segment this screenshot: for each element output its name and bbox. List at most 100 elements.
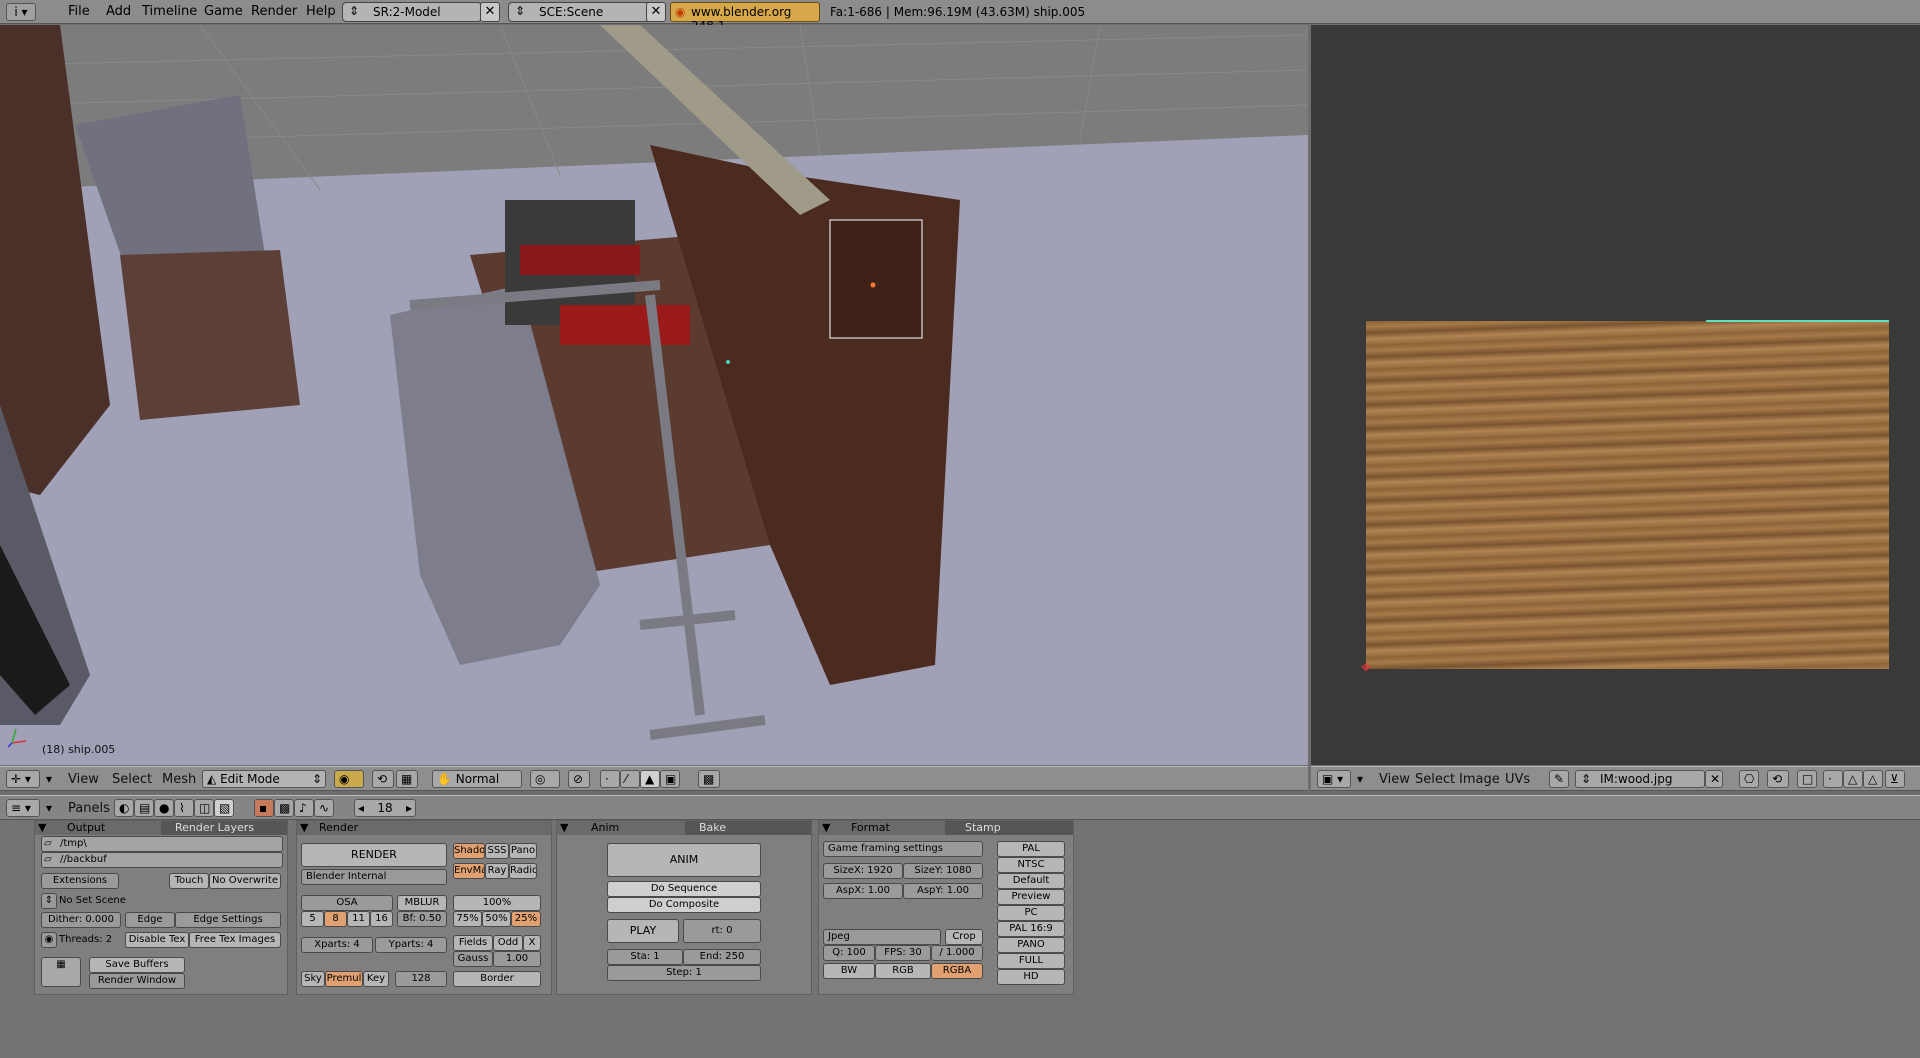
uv-menu-image[interactable]: Image (1459, 772, 1500, 787)
editing-context-button[interactable]: ◫ (194, 799, 214, 817)
uv-menu-select[interactable]: Select (1415, 772, 1455, 787)
script-context-button[interactable]: ▤ (134, 799, 154, 817)
image-selector[interactable]: ⇕ IM:wood.jpg (1575, 770, 1705, 788)
uv-menu-uvs[interactable]: UVs (1505, 772, 1530, 787)
bake-tab[interactable]: Bake (685, 821, 811, 835)
output-path-field[interactable]: ▱ /tmp\ (41, 836, 283, 852)
start-frame-field[interactable]: Sta: 1 (607, 949, 683, 965)
buttons-collapse-icon[interactable]: ▾ (46, 801, 52, 815)
uv-vertex-mode-button[interactable]: · (1823, 770, 1843, 788)
logic-context-button[interactable]: ◐ (114, 799, 134, 817)
buttons-window-type-button[interactable]: ≡ ▾ (6, 799, 40, 817)
bitdepth-menu[interactable]: 128 (395, 971, 447, 987)
bw-toggle[interactable]: BW (823, 963, 875, 979)
panel-collapse-icon[interactable]: ▼ (560, 821, 568, 835)
output-tab[interactable]: Output (67, 821, 105, 835)
do-composite-toggle[interactable]: Do Composite (607, 897, 761, 913)
menu-mesh[interactable]: Mesh (162, 772, 196, 787)
preset-pal169-button[interactable]: PAL 16:9 (997, 921, 1065, 937)
edge-toggle[interactable]: Edge (125, 912, 175, 928)
preset-pano-button[interactable]: PANO (997, 937, 1065, 953)
stamp-tab[interactable]: Stamp (945, 821, 1073, 835)
free-tex-images-button[interactable]: Free Tex Images (189, 932, 281, 948)
size-100-button[interactable]: 100% (453, 895, 541, 911)
3d-viewport[interactable]: (18) ship.005 (0, 25, 1308, 765)
framing-preset-menu[interactable]: Game framing settings (823, 841, 983, 857)
uv-snap-button[interactable]: ⊻ (1885, 770, 1905, 788)
face-select-button[interactable]: ▲ (640, 770, 660, 788)
render-window-menu[interactable]: Render Window (89, 973, 185, 989)
filter-type-menu[interactable]: Gauss (453, 951, 493, 967)
rt-field[interactable]: rt: 0 (683, 919, 761, 943)
render-button[interactable]: RENDER (301, 843, 447, 867)
backbuf-path-field[interactable]: ▱ //backbuf (41, 852, 283, 868)
blender-website-badge[interactable]: ◉ www.blender.org 248.1 (670, 2, 820, 33)
2d-cursor-icon[interactable]: ⌖ (1355, 657, 1377, 679)
occlude-button[interactable]: ▣ (660, 770, 680, 788)
preset-pal-button[interactable]: PAL (997, 841, 1065, 857)
image-unlink-button[interactable]: ✕ (1705, 770, 1723, 788)
size-25-button[interactable]: 25% (511, 911, 541, 927)
rgb-toggle[interactable]: RGB (875, 963, 931, 979)
file-type-menu[interactable]: Jpeg (823, 929, 941, 945)
save-buffers-toggle[interactable]: Save Buffers (89, 957, 185, 973)
scene-context-button[interactable]: ▧ (214, 799, 234, 817)
disable-tex-toggle[interactable]: Disable Tex (125, 932, 189, 948)
layers-button[interactable]: ▦ (396, 770, 418, 788)
osa-16-button[interactable]: 16 (370, 911, 393, 927)
render-tab[interactable]: Render (319, 821, 358, 835)
uv-header-collapse-icon[interactable]: ▾ (1357, 772, 1363, 786)
menu-select[interactable]: Select (112, 772, 152, 787)
extensions-toggle[interactable]: Extensions (41, 873, 119, 889)
frame-step-field[interactable]: Step: 1 (607, 965, 761, 981)
anim-button[interactable]: ANIM (607, 843, 761, 877)
menu-add[interactable]: Add (106, 4, 131, 19)
render-layers-tab[interactable]: Render Layers (161, 821, 287, 835)
frame-decrement-icon[interactable]: ◂ (358, 801, 364, 815)
shadow-toggle[interactable]: Shado (453, 843, 485, 859)
preset-hd-button[interactable]: HD (997, 969, 1065, 985)
set-scene-selector[interactable]: ⇕ (41, 893, 57, 909)
menu-timeline[interactable]: Timeline (142, 4, 197, 19)
xparts-field[interactable]: Xparts: 4 (301, 937, 373, 953)
anim-subcontext-button[interactable]: ▩ (274, 799, 294, 817)
object-context-button[interactable]: ⌇ (174, 799, 194, 817)
dither-field[interactable]: Dither: 0.000 (41, 912, 121, 928)
touch-toggle[interactable]: Touch (169, 873, 209, 889)
aspx-field[interactable]: AspX: 1.00 (823, 883, 903, 899)
blur-factor-field[interactable]: Bf: 0.50 (397, 911, 447, 927)
osa-11-button[interactable]: 11 (347, 911, 370, 927)
filter-size-field[interactable]: 1.00 (493, 951, 541, 967)
mblur-toggle[interactable]: MBLUR (397, 895, 447, 911)
x-toggle[interactable]: X (523, 935, 541, 951)
fields-toggle[interactable]: Fields (453, 935, 493, 951)
pivot-selector[interactable]: ✋ Normal (432, 770, 522, 788)
uv-menu-view[interactable]: View (1379, 772, 1410, 787)
menu-help[interactable]: Help (306, 4, 336, 19)
size-75-button[interactable]: 75% (453, 911, 482, 927)
premul-toggle[interactable]: Premul (325, 971, 363, 987)
border-toggle[interactable]: Border (453, 971, 541, 987)
preset-ntsc-button[interactable]: NTSC (997, 857, 1065, 873)
proportional-edit-button[interactable]: ◎ (530, 770, 560, 788)
edge-select-button[interactable]: ⁄ (620, 770, 640, 788)
render-subcontext-button[interactable]: ▪ (254, 799, 274, 817)
world-subcontext-button[interactable]: ∿ (314, 799, 334, 817)
uv-window-type-button[interactable]: ▣ ▾ (1317, 770, 1351, 788)
scene-delete-button[interactable]: ✕ (646, 2, 666, 22)
menu-view[interactable]: View (68, 772, 99, 787)
radio-toggle[interactable]: Radio (509, 863, 537, 879)
preset-preview-button[interactable]: Preview (997, 889, 1065, 905)
quality-field[interactable]: Q: 100 (823, 945, 875, 961)
panel-collapse-icon[interactable]: ▼ (300, 821, 308, 835)
scene-selector[interactable]: ⇕ SCE:Scene (508, 2, 663, 22)
sound-subcontext-button[interactable]: ♪ (294, 799, 314, 817)
dispview-grid-button[interactable]: ▦ (41, 957, 81, 987)
screen-delete-button[interactable]: ✕ (480, 2, 500, 22)
play-button[interactable]: PLAY (607, 919, 679, 943)
fps-field[interactable]: FPS: 30 (875, 945, 931, 961)
sss-toggle[interactable]: SSS (485, 843, 509, 859)
fps-base-field[interactable]: / 1.000 (931, 945, 983, 961)
vertex-select-button[interactable]: · (600, 770, 620, 788)
yparts-field[interactable]: Yparts: 4 (375, 937, 447, 953)
